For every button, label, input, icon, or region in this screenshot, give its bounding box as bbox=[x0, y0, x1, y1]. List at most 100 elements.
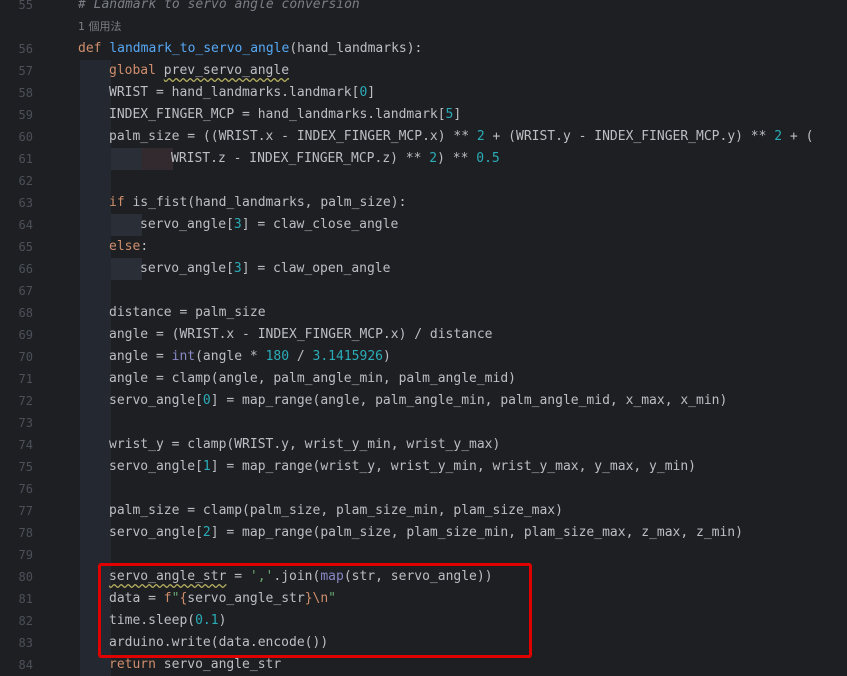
line-number: 56 bbox=[18, 42, 33, 56]
line-number: 62 bbox=[18, 174, 33, 188]
indent-guide bbox=[80, 126, 111, 148]
indent-guide bbox=[111, 148, 142, 170]
code-line-text: angle = clamp(angle, palm_angle_min, pal… bbox=[109, 371, 516, 386]
indent-guide bbox=[80, 302, 111, 324]
code-line[interactable] bbox=[66, 170, 847, 192]
line-number: 84 bbox=[18, 658, 33, 672]
code-line[interactable]: servo_angle[3] = claw_open_angle bbox=[66, 258, 847, 280]
indent-guide bbox=[80, 192, 111, 214]
indent-guide bbox=[80, 148, 111, 170]
code-line-text: WRIST.z - INDEX_FINGER_MCP.z) ** 2) ** 0… bbox=[171, 151, 500, 166]
code-line-text: INDEX_FINGER_MCP = hand_landmarks.landma… bbox=[109, 107, 462, 122]
code-line-text: servo_angle[3] = claw_open_angle bbox=[140, 261, 391, 276]
code-line-comment: # Landmark to servo angle conversion bbox=[66, 0, 847, 16]
code-line[interactable]: angle = (WRIST.x - INDEX_FINGER_MCP.x) /… bbox=[66, 324, 847, 346]
indent-guide bbox=[80, 280, 111, 302]
code-line-text: servo_angle[2] = map_range(palm_size, pl… bbox=[109, 525, 743, 540]
indent-guide bbox=[80, 214, 111, 236]
code-line[interactable]: servo_angle[0] = map_range(angle, palm_a… bbox=[66, 390, 847, 412]
indent-guide bbox=[80, 390, 111, 412]
code-line-text: def landmark_to_servo_angle(hand_landmar… bbox=[78, 41, 423, 56]
indent-guide bbox=[80, 412, 111, 434]
red-annotation-box bbox=[98, 563, 532, 658]
indent-guide bbox=[111, 214, 142, 236]
indent-guide bbox=[80, 500, 111, 522]
code-line[interactable]: servo_angle[3] = claw_close_angle bbox=[66, 214, 847, 236]
indent-guide bbox=[80, 368, 111, 390]
code-line[interactable]: servo_angle[2] = map_range(palm_size, pl… bbox=[66, 522, 847, 544]
code-line-text: global prev_servo_angle bbox=[109, 63, 290, 78]
code-line[interactable]: if is_fist(hand_landmarks, palm_size): bbox=[66, 192, 847, 214]
code-line[interactable]: servo_angle[1] = map_range(wrist_y, wris… bbox=[66, 456, 847, 478]
code-line-text: servo_angle[0] = map_range(angle, palm_a… bbox=[109, 393, 728, 408]
line-number: 66 bbox=[18, 262, 33, 276]
line-number: 58 bbox=[18, 86, 33, 100]
code-line[interactable]: angle = int(angle * 180 / 3.1415926) bbox=[66, 346, 847, 368]
line-number: 65 bbox=[18, 240, 33, 254]
line-number: 67 bbox=[18, 284, 33, 298]
line-number: 72 bbox=[18, 394, 33, 408]
code-line[interactable]: else: bbox=[66, 236, 847, 258]
line-number: 76 bbox=[18, 482, 33, 496]
indent-guide bbox=[80, 346, 111, 368]
line-number: 61 bbox=[18, 152, 33, 166]
code-line-text: distance = palm_size bbox=[109, 305, 266, 320]
line-number: 68 bbox=[18, 306, 33, 320]
line-number: 69 bbox=[18, 328, 33, 342]
indent-guide bbox=[80, 258, 111, 280]
line-number: 74 bbox=[18, 438, 33, 452]
line-number: 57 bbox=[18, 64, 33, 78]
code-line-text: palm_size = clamp(palm_size, plam_size_m… bbox=[109, 503, 563, 518]
usage-hint[interactable]: 1 個用法 bbox=[78, 20, 122, 34]
line-number: 73 bbox=[18, 416, 33, 430]
code-line-text: angle = int(angle * 180 / 3.1415926) bbox=[109, 349, 391, 364]
indent-guide bbox=[142, 148, 173, 170]
code-line[interactable]: palm_size = clamp(palm_size, plam_size_m… bbox=[66, 500, 847, 522]
line-number: 83 bbox=[18, 636, 33, 650]
code-line-text: wrist_y = clamp(WRIST.y, wrist_y_min, wr… bbox=[109, 437, 501, 452]
line-number: 59 bbox=[18, 108, 33, 122]
line-number-gutter: 55 56 57 58 59 60 61 62 63 64 65 66 67 68 69 70 71 72 73 74… bbox=[0, 0, 66, 676]
code-comment-text: # Landmark to servo angle conversion bbox=[78, 0, 360, 12]
code-line[interactable]: WRIST.z - INDEX_FINGER_MCP.z) ** 2) ** 0… bbox=[66, 148, 847, 170]
line-number: 64 bbox=[18, 218, 33, 232]
indent-guide bbox=[80, 104, 111, 126]
code-line-text: servo_angle[3] = claw_close_angle bbox=[140, 217, 399, 232]
line-number: 80 bbox=[18, 570, 33, 584]
line-number: 75 bbox=[18, 460, 33, 474]
line-number: 77 bbox=[18, 504, 33, 518]
code-line[interactable]: palm_size = ((WRIST.x - INDEX_FINGER_MCP… bbox=[66, 126, 847, 148]
code-line-text: palm_size = ((WRIST.x - INDEX_FINGER_MCP… bbox=[109, 129, 814, 144]
code-line[interactable]: def landmark_to_servo_angle(hand_landmar… bbox=[66, 38, 847, 60]
line-number: 60 bbox=[18, 130, 33, 144]
indent-guide bbox=[80, 522, 111, 544]
line-number: 82 bbox=[18, 614, 33, 628]
code-line[interactable]: global prev_servo_angle bbox=[66, 60, 847, 82]
indent-guide bbox=[80, 60, 111, 82]
code-line[interactable] bbox=[66, 478, 847, 500]
line-number: 55 bbox=[18, 0, 33, 12]
indent-guide bbox=[80, 82, 111, 104]
line-number: 81 bbox=[18, 592, 33, 606]
line-number: 70 bbox=[18, 350, 33, 364]
indent-guide bbox=[80, 324, 111, 346]
code-line[interactable]: distance = palm_size bbox=[66, 302, 847, 324]
code-line[interactable] bbox=[66, 280, 847, 302]
code-line[interactable] bbox=[66, 412, 847, 434]
code-line-text: if is_fist(hand_landmarks, palm_size): bbox=[109, 195, 407, 210]
indent-guide bbox=[80, 236, 111, 258]
code-line[interactable]: WRIST = hand_landmarks.landmark[0] bbox=[66, 82, 847, 104]
line-number: 63 bbox=[18, 196, 33, 210]
code-line[interactable]: wrist_y = clamp(WRIST.y, wrist_y_min, wr… bbox=[66, 434, 847, 456]
line-number: 78 bbox=[18, 526, 33, 540]
code-line-text: else: bbox=[109, 239, 149, 254]
indent-guide bbox=[80, 478, 111, 500]
code-line[interactable]: INDEX_FINGER_MCP = hand_landmarks.landma… bbox=[66, 104, 847, 126]
indent-guide bbox=[80, 456, 111, 478]
code-line-text: angle = (WRIST.x - INDEX_FINGER_MCP.x) /… bbox=[109, 327, 493, 342]
indent-guide bbox=[80, 434, 111, 456]
code-line-text: servo_angle[1] = map_range(wrist_y, wris… bbox=[109, 459, 697, 474]
indent-guide bbox=[111, 258, 142, 280]
line-number: 79 bbox=[18, 548, 33, 562]
code-line[interactable]: angle = clamp(angle, palm_angle_min, pal… bbox=[66, 368, 847, 390]
